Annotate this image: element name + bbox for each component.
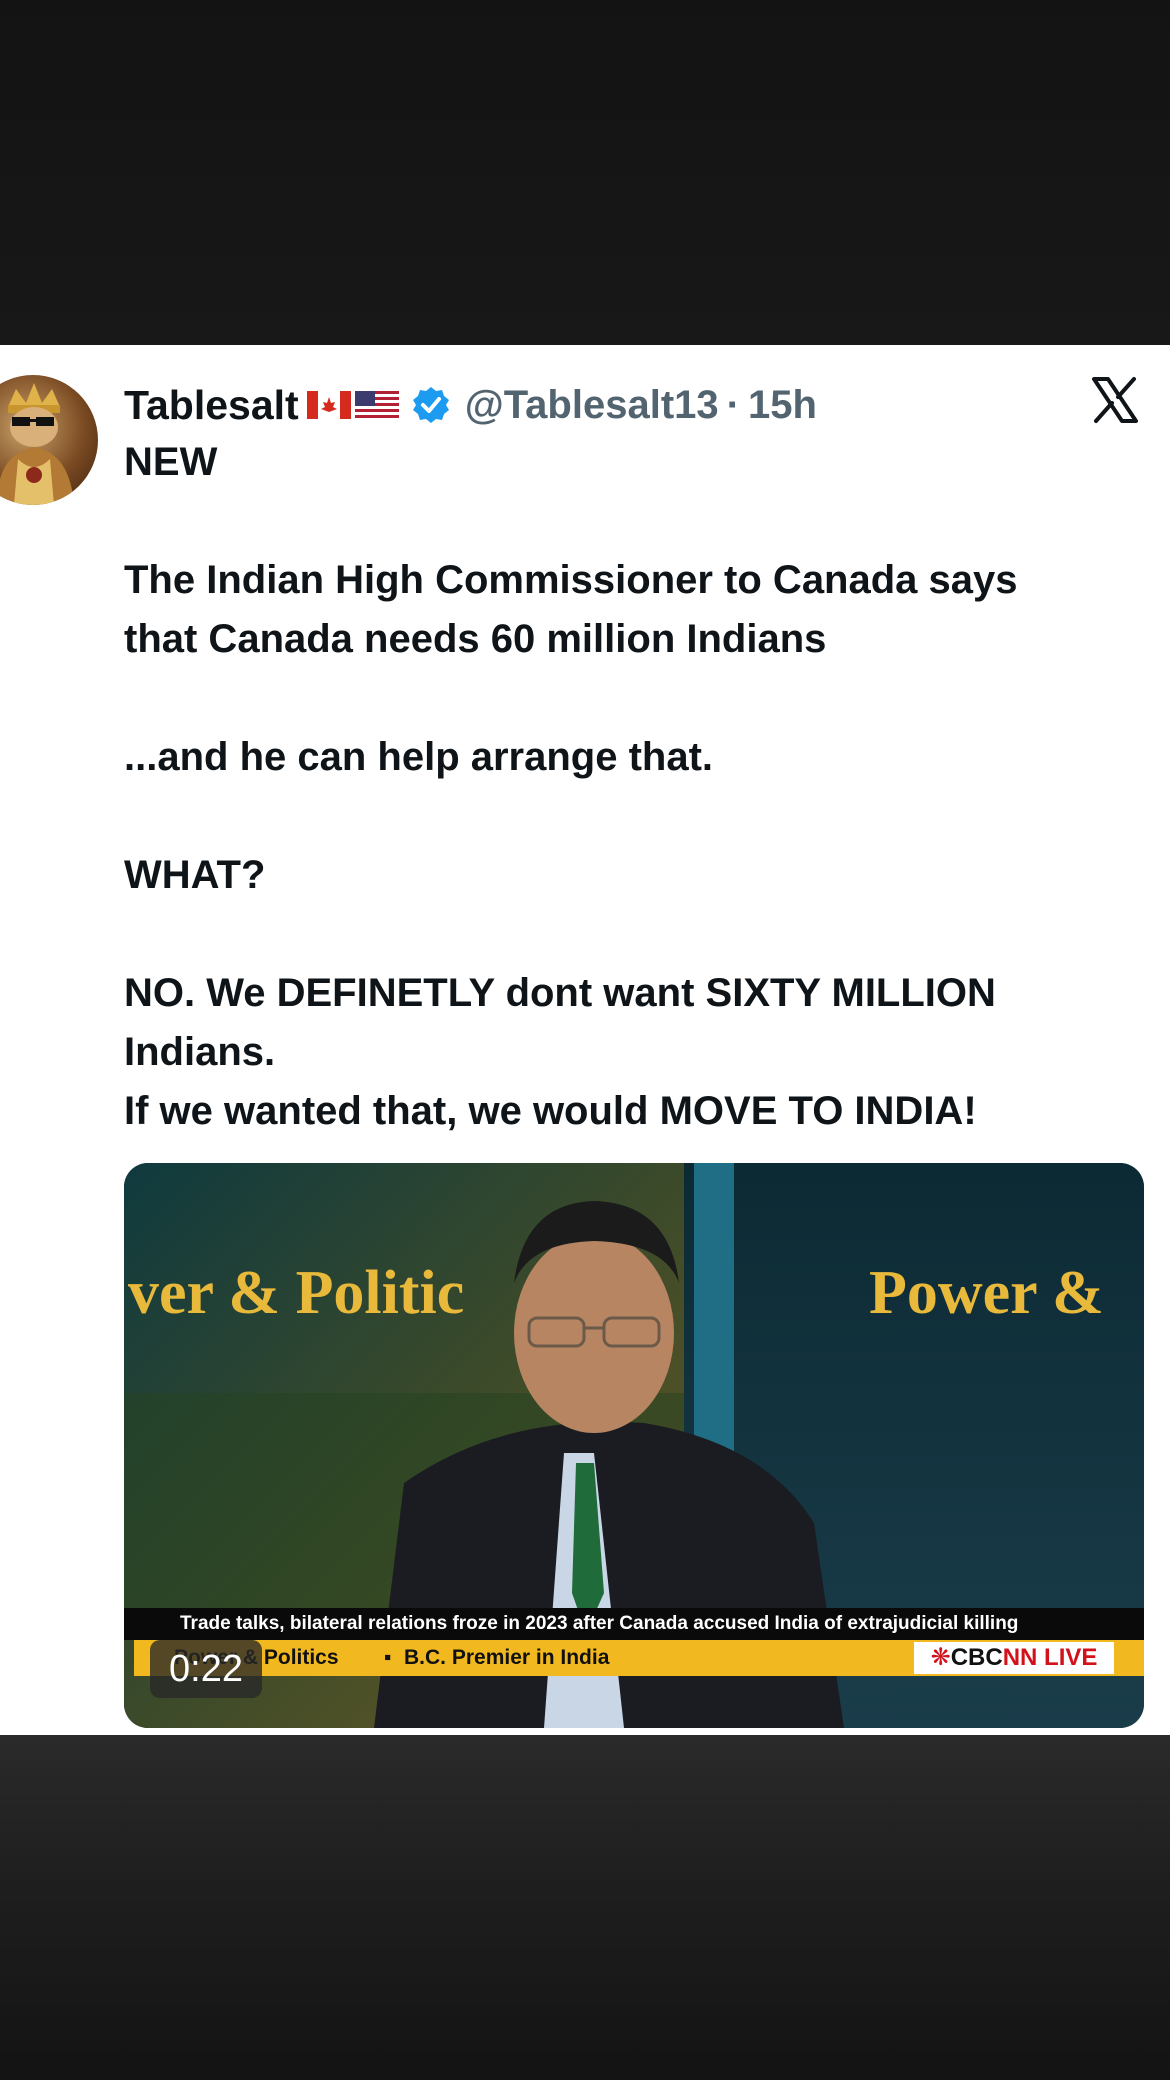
tweet-line: NO. We DEFINETLY dont want SIXTY MILLION	[124, 971, 996, 1015]
tweet-line-break	[124, 905, 1144, 964]
tweet-card[interactable]: Tablesalt @Tablesalt13 · 15h NEW The Ind…	[0, 345, 1170, 1735]
ticker-separator: ▪	[384, 1646, 392, 1669]
tweet-line: NEW	[124, 440, 218, 484]
network-prefix: CBC	[950, 1644, 1003, 1671]
screenshot-canvas: Tablesalt @Tablesalt13 · 15h NEW The Ind…	[0, 0, 1170, 2080]
tweet-line: that Canada needs 60 million Indians	[124, 617, 827, 661]
story-title: B.C. Premier in India	[404, 1646, 610, 1669]
bottom-background	[0, 1735, 1170, 2080]
tweet-line-break	[124, 787, 1144, 846]
network-suffix: NN LIVE	[1002, 1644, 1098, 1671]
verified-badge-icon	[411, 385, 451, 425]
display-name[interactable]: Tablesalt	[124, 382, 299, 429]
us-flag-icon	[354, 391, 399, 419]
tweet-line-break	[124, 669, 1144, 728]
show-logo-left: ver & Politic	[128, 1259, 465, 1327]
tweet-line: The Indian High Commissioner to Canada s…	[124, 558, 1018, 602]
tweet-line: ...and he can help arrange that.	[124, 735, 714, 779]
x-logo-icon	[1090, 375, 1140, 425]
video-player[interactable]: ver & Politic Power & Trade talks, bilat…	[124, 1163, 1144, 1728]
program-ticker: Power & Politics ▪ B.C. Premier in India…	[134, 1640, 1144, 1676]
tweet-text: NEW The Indian High Commissioner to Cana…	[124, 433, 1144, 1141]
post-time[interactable]: 15h	[748, 383, 817, 428]
headline-ticker: Trade talks, bilateral relations froze i…	[124, 1608, 1144, 1640]
video-duration-badge: 0:22	[150, 1640, 262, 1698]
tweet-line: If we wanted that, we would MOVE TO INDI…	[124, 1089, 977, 1133]
avatar[interactable]	[0, 375, 98, 505]
tweet-header: Tablesalt @Tablesalt13 · 15h	[124, 375, 817, 435]
tweet-line: WHAT?	[124, 853, 266, 897]
tweet-line: Indians.	[124, 1030, 276, 1074]
tweet-line-break	[124, 492, 1144, 551]
network-bug: ❋CBCNN LIVE	[914, 1642, 1114, 1674]
meta-separator: ·	[726, 382, 740, 427]
canada-flag-icon	[306, 391, 351, 419]
avatar-image	[0, 383, 74, 505]
cbc-gem-icon: ❋	[930, 1644, 951, 1671]
news-lower-third: Trade talks, bilateral relations froze i…	[124, 1608, 1144, 1678]
show-logo-right: Power &	[869, 1259, 1104, 1327]
user-handle[interactable]: @Tablesalt13	[465, 383, 719, 428]
